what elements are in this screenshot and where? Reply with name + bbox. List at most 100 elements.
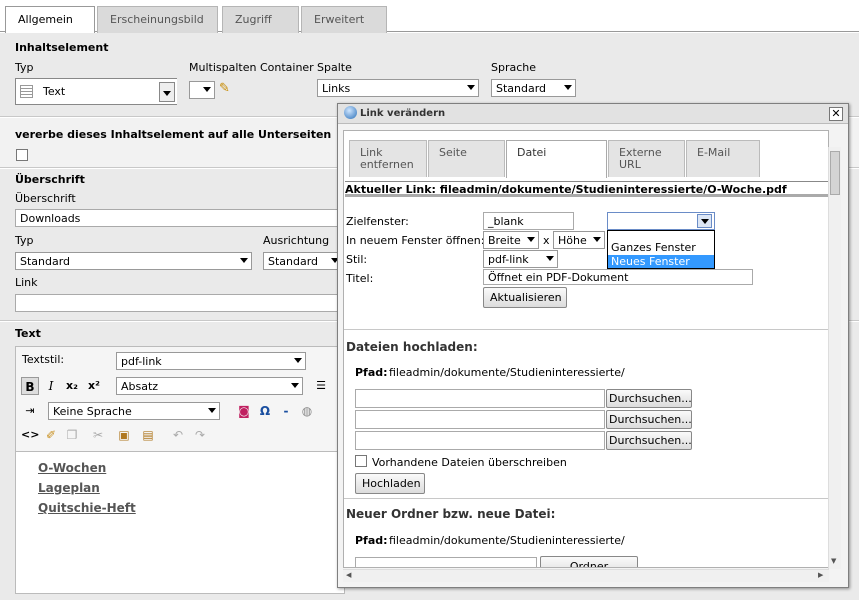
align-left-icon[interactable]: ☰ xyxy=(312,377,330,395)
browse-button-3[interactable]: Durchsuchen... xyxy=(606,431,692,450)
overwrite-checkbox[interactable] xyxy=(355,455,367,467)
scroll-left-icon[interactable]: ◀ xyxy=(346,571,351,579)
language-select[interactable]: Keine Sprache xyxy=(48,402,220,420)
paste-icon[interactable]: ▣ xyxy=(115,426,133,444)
cut-icon[interactable]: ✂ xyxy=(89,426,107,444)
indent-icon[interactable]: ⇥ xyxy=(21,402,39,420)
align-select[interactable]: Standard xyxy=(263,252,343,270)
option-ganzes-fenster[interactable]: Ganzes Fenster xyxy=(608,241,714,254)
chevron-down-icon[interactable] xyxy=(159,82,175,102)
superscript-icon[interactable]: x² xyxy=(85,377,103,395)
dialog-tab-bar: Link entfernen Seite Datei Externe URL E… xyxy=(344,131,828,178)
spalte-label: Spalte xyxy=(317,61,352,74)
block-format-select[interactable]: Absatz xyxy=(116,377,303,395)
width-select[interactable]: Breite xyxy=(483,231,539,249)
folder-path-value: fileadmin/dokumente/Studieninteressierte… xyxy=(389,534,625,547)
tab-allgemein[interactable]: Allgemein xyxy=(5,6,95,33)
target-dropdown: Ganzes Fenster Neues Fenster xyxy=(607,230,715,269)
typ-value: Text xyxy=(43,85,66,98)
x-separator: x xyxy=(543,234,550,247)
omega-icon[interactable]: Ω xyxy=(256,402,274,420)
scroll-down-icon[interactable]: ▼ xyxy=(831,557,836,565)
textstil-label: Textstil: xyxy=(22,353,65,366)
height-select[interactable]: Höhe xyxy=(553,231,605,249)
tab-erweitert[interactable]: Erweitert xyxy=(301,6,387,33)
titel-label: Titel: xyxy=(346,272,374,285)
rte-link-quitschie[interactable]: Quitschie-Heft xyxy=(38,501,136,515)
inherit-label: vererbe dieses Inhaltselement auf alle U… xyxy=(15,128,332,141)
browse-button-1[interactable]: Durchsuchen... xyxy=(606,389,692,408)
globe-icon[interactable]: ◍ xyxy=(298,402,316,420)
divider xyxy=(344,498,828,499)
italic-icon[interactable]: I xyxy=(42,377,60,395)
textstil-select[interactable]: pdf-link xyxy=(116,352,306,370)
folder-name-input[interactable] xyxy=(355,557,537,567)
browse-button-2[interactable]: Durchsuchen... xyxy=(606,410,692,429)
brush-icon[interactable]: ✐ xyxy=(42,426,60,444)
titel-input[interactable]: Öffnet ein PDF-Dokument xyxy=(483,269,753,285)
option-neues-fenster[interactable]: Neues Fenster xyxy=(608,255,714,268)
tab-zugriff[interactable]: Zugriff xyxy=(222,6,299,33)
upload-file-input-2[interactable] xyxy=(355,410,605,429)
overwrite-label: Vorhandene Dateien überschreiben xyxy=(372,456,567,469)
subscript-icon[interactable]: x₂ xyxy=(63,377,81,395)
tab-link-entfernen[interactable]: Link entfernen xyxy=(349,140,427,177)
dialog-titlebar[interactable]: Link verändern ✕ xyxy=(338,104,848,124)
header-input[interactable]: Downloads xyxy=(15,209,350,227)
upload-file-input-1[interactable] xyxy=(355,389,605,408)
rte-content[interactable]: O-Wochen Lageplan Quitschie-Heft xyxy=(16,451,344,593)
scrollbar-thumb[interactable] xyxy=(830,151,840,195)
text-heading: Text xyxy=(15,327,41,340)
upload-path-label: Pfad: xyxy=(355,366,388,379)
rte-link-owochen[interactable]: O-Wochen xyxy=(38,461,106,475)
copy-icon[interactable]: ❐ xyxy=(63,426,81,444)
target-input[interactable]: _blank xyxy=(483,212,574,230)
newwin-label: In neuem Fenster öffnen: xyxy=(346,234,485,247)
tab-externe-url[interactable]: Externe URL xyxy=(608,140,685,177)
sprache-value: Standard xyxy=(496,82,547,95)
typ-select[interactable]: Text xyxy=(15,78,177,105)
tab-erscheinungsbild[interactable]: Erscheinungsbild xyxy=(97,6,218,33)
update-button[interactable]: Aktualisieren xyxy=(483,287,567,308)
multicol-select[interactable] xyxy=(189,81,215,99)
target-select[interactable] xyxy=(607,212,715,230)
dialog-scrollbar-horizontal[interactable]: ◀ ▶ xyxy=(343,569,829,582)
tab-datei[interactable]: Datei xyxy=(506,140,607,178)
chevron-down-icon[interactable] xyxy=(697,214,712,228)
upload-file-input-3[interactable] xyxy=(355,431,605,450)
target-label: Zielfenster: xyxy=(346,215,409,228)
hr-icon[interactable]: - xyxy=(277,402,295,420)
tab-email[interactable]: E-Mail xyxy=(686,140,760,177)
undo-icon[interactable]: ↶ xyxy=(169,426,187,444)
folder-heading: Neuer Ordner bzw. neue Datei: xyxy=(346,507,556,521)
globe-icon xyxy=(344,106,357,119)
width-value: Breite xyxy=(488,234,521,247)
upload-button[interactable]: Hochladen xyxy=(355,473,425,494)
pencil-icon[interactable]: ✎ xyxy=(219,81,230,96)
multicol-label: Multispalten Container xyxy=(189,61,314,74)
dialog-scrollbar-vertical[interactable]: ▼ xyxy=(828,147,841,569)
spalte-select[interactable]: Links xyxy=(317,79,479,97)
folder-path-label: Pfad: xyxy=(355,534,388,547)
inherit-checkbox[interactable] xyxy=(16,149,28,161)
paste-text-icon[interactable]: ▤ xyxy=(139,426,157,444)
rte-link-lageplan[interactable]: Lageplan xyxy=(38,481,100,495)
sprache-select[interactable]: Standard xyxy=(491,79,576,97)
scroll-right-icon[interactable]: ▶ xyxy=(818,571,823,579)
link-input[interactable] xyxy=(15,294,350,312)
stil-select[interactable]: pdf-link xyxy=(483,250,558,268)
redo-icon[interactable]: ↷ xyxy=(191,426,209,444)
header-typ-select[interactable]: Standard xyxy=(15,252,252,270)
dialog-title: Link verändern xyxy=(360,108,446,119)
upload-path-value: fileadmin/dokumente/Studieninteressierte… xyxy=(389,366,625,379)
textstil-value: pdf-link xyxy=(121,355,162,368)
bold-icon[interactable]: B xyxy=(21,377,39,395)
section-heading: Inhaltselement xyxy=(15,41,109,54)
divider xyxy=(344,329,828,330)
code-icon[interactable]: <> xyxy=(21,426,39,444)
close-icon[interactable]: ✕ xyxy=(829,107,843,121)
block-format-value: Absatz xyxy=(121,380,159,393)
create-folder-button[interactable]: Ordner anlegen xyxy=(540,556,638,567)
tab-seite[interactable]: Seite xyxy=(428,140,505,177)
stop-icon[interactable]: ◙ xyxy=(235,402,253,420)
